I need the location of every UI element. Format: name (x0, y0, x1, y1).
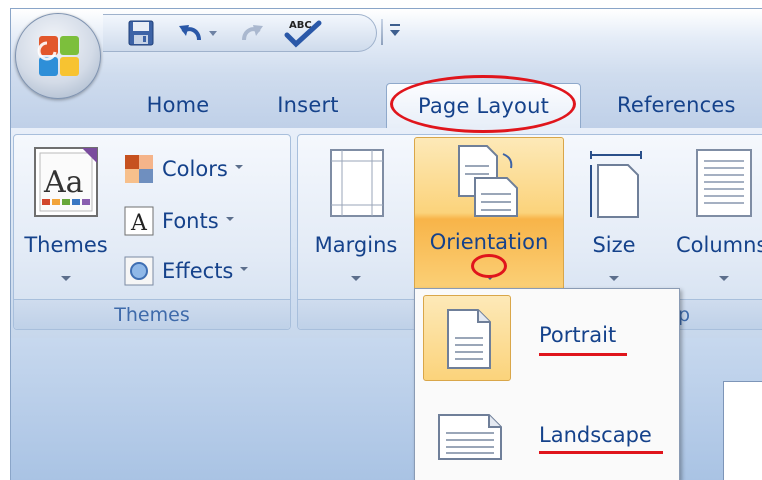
title-bar: ABC (11, 9, 762, 75)
chevron-down-icon (225, 217, 234, 221)
redo-icon[interactable] (235, 18, 267, 48)
colors-label: Colors (162, 157, 228, 181)
fonts-icon: A (124, 206, 154, 236)
size-dropdown-caret (609, 276, 619, 281)
margins-label: Margins (314, 233, 398, 257)
tab-insert[interactable]: Insert (265, 85, 351, 125)
effects-button[interactable]: Effects (124, 251, 249, 291)
fonts-label: Fonts (162, 209, 219, 233)
themes-dropdown-caret (61, 276, 71, 281)
customize-qat-icon[interactable] (388, 22, 402, 42)
chevron-down-icon (234, 165, 243, 169)
portrait-label: Portrait (539, 323, 617, 347)
themes-button[interactable]: Aa Themes (20, 141, 112, 291)
office-logo (37, 36, 79, 76)
margins-dropdown-caret (351, 276, 361, 281)
chevron-down-icon (240, 267, 249, 271)
spelling-icon[interactable]: ABC (281, 18, 327, 48)
orientation-icon (458, 145, 518, 217)
svg-text:A: A (130, 211, 148, 236)
colors-button[interactable]: Colors (124, 149, 243, 189)
margins-icon (330, 149, 384, 217)
landscape-label: Landscape (539, 423, 652, 447)
ribbon-tab-row: Home Insert Page Layout References (11, 75, 762, 129)
themes-group-label: Themes (14, 299, 290, 329)
fonts-button[interactable]: A Fonts (124, 201, 234, 241)
columns-icon (696, 149, 752, 217)
size-icon (590, 151, 642, 218)
save-icon[interactable] (125, 18, 157, 48)
themes-icon: Aa (34, 147, 98, 217)
office-button[interactable] (15, 13, 101, 99)
orientation-caret-annotation-ellipse (471, 254, 507, 278)
columns-button[interactable]: Columns (666, 141, 762, 291)
svg-text:ABC: ABC (289, 20, 312, 31)
qat-separator (381, 19, 383, 45)
tab-references[interactable]: References (617, 85, 762, 125)
size-label: Size (592, 233, 636, 257)
portrait-icon (447, 309, 491, 369)
landscape-icon-box (423, 391, 511, 477)
portrait-icon-box (423, 295, 511, 381)
portrait-red-underline (539, 353, 627, 356)
size-button[interactable]: Size (576, 141, 652, 291)
orientation-menu: Portrait Landscape (414, 288, 680, 480)
colors-icon (125, 155, 153, 183)
landscape-red-underline (539, 451, 663, 454)
quick-access-toolbar: ABC (103, 14, 377, 52)
menu-item-landscape[interactable]: Landscape (415, 385, 679, 480)
effects-label: Effects (162, 259, 234, 283)
columns-label: Columns (676, 233, 762, 257)
svg-text:Aa: Aa (43, 165, 84, 200)
document-page (723, 381, 762, 480)
menu-item-portrait[interactable]: Portrait (415, 289, 679, 384)
landscape-icon (438, 414, 502, 460)
themes-group: Aa Themes Colors A Fonts Effects Themes (13, 134, 291, 330)
effects-icon (124, 256, 154, 286)
margins-button[interactable]: Margins (308, 141, 404, 291)
page-layout-annotation-ellipse (390, 75, 576, 133)
orientation-label: Orientation (429, 230, 549, 254)
word-window: ABC Home Insert Page Layout References A… (10, 8, 762, 480)
undo-icon[interactable] (175, 18, 223, 48)
columns-dropdown-caret (719, 276, 729, 281)
tab-home[interactable]: Home (126, 85, 230, 125)
themes-label: Themes (24, 233, 108, 257)
